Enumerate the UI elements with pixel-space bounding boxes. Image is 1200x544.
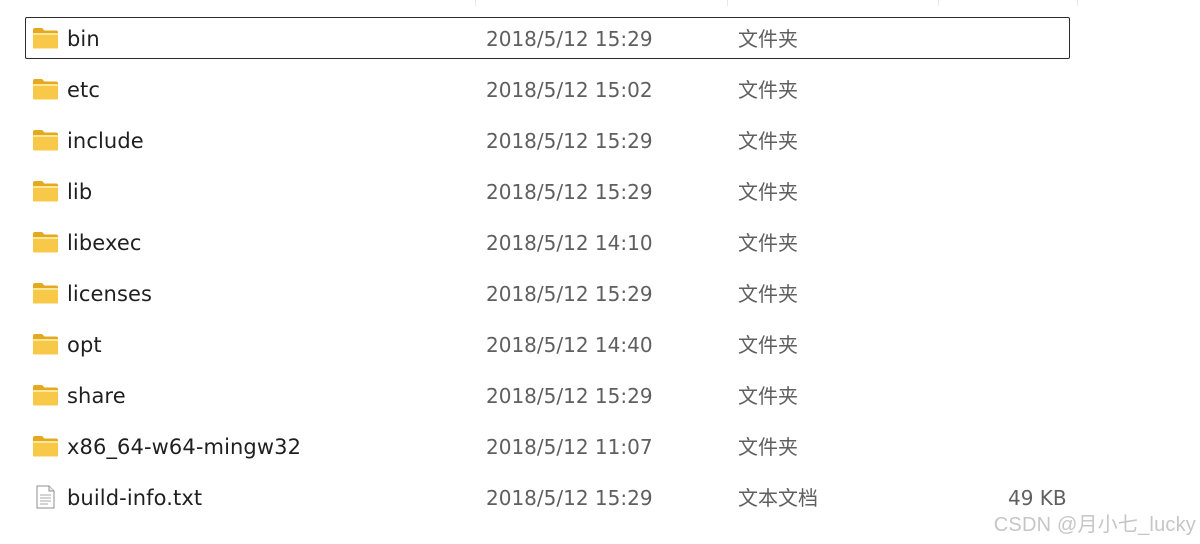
column-guide-end bbox=[1077, 0, 1078, 6]
file-type: 文件夹 bbox=[738, 333, 798, 357]
file-type: 文件夹 bbox=[738, 78, 798, 102]
folder-icon bbox=[32, 179, 59, 203]
file-row[interactable]: x86_64-w64-mingw32 2018/5/12 11:07 文件夹 bbox=[0, 422, 1200, 473]
folder-icon bbox=[32, 281, 59, 305]
folder-icon bbox=[32, 128, 59, 152]
file-row[interactable]: bin 2018/5/12 15:29 文件夹 bbox=[0, 14, 1200, 65]
file-date-modified: 2018/5/12 15:29 bbox=[486, 486, 653, 510]
file-type: 文件夹 bbox=[738, 231, 798, 255]
folder-icon bbox=[32, 77, 59, 101]
folder-icon bbox=[32, 230, 59, 254]
column-guide-date bbox=[475, 0, 476, 6]
file-name: include bbox=[67, 129, 144, 153]
folder-icon bbox=[32, 26, 59, 50]
file-name: lib bbox=[67, 180, 93, 204]
folder-icon bbox=[32, 383, 59, 407]
file-date-modified: 2018/5/12 14:10 bbox=[486, 231, 653, 255]
column-guide-type bbox=[727, 0, 728, 6]
file-date-modified: 2018/5/12 15:29 bbox=[486, 27, 653, 51]
file-row[interactable]: share 2018/5/12 15:29 文件夹 bbox=[0, 371, 1200, 422]
file-date-modified: 2018/5/12 15:29 bbox=[486, 180, 653, 204]
file-name: opt bbox=[67, 333, 102, 357]
file-type: 文件夹 bbox=[738, 129, 798, 153]
file-name: share bbox=[67, 384, 126, 408]
file-name: licenses bbox=[67, 282, 153, 306]
file-name: etc bbox=[67, 78, 100, 102]
file-row[interactable]: lib 2018/5/12 15:29 文件夹 bbox=[0, 167, 1200, 218]
file-type: 文件夹 bbox=[738, 435, 798, 459]
watermark: CSDN @月小七_lucky bbox=[993, 514, 1196, 536]
file-type: 文件夹 bbox=[738, 180, 798, 204]
file-date-modified: 2018/5/12 15:29 bbox=[486, 384, 653, 408]
file-row[interactable]: libexec 2018/5/12 14:10 文件夹 bbox=[0, 218, 1200, 269]
file-date-modified: 2018/5/12 15:02 bbox=[486, 78, 653, 102]
file-name: build-info.txt bbox=[67, 486, 203, 510]
file-row[interactable]: opt 2018/5/12 14:40 文件夹 bbox=[0, 320, 1200, 371]
file-date-modified: 2018/5/12 15:29 bbox=[486, 282, 653, 306]
file-type: 文本文档 bbox=[738, 486, 818, 510]
text-file-icon bbox=[32, 485, 59, 509]
file-list: bin 2018/5/12 15:29 文件夹 etc 2018/5/12 15… bbox=[0, 14, 1200, 524]
folder-icon bbox=[32, 332, 59, 356]
file-type: 文件夹 bbox=[738, 384, 798, 408]
file-row[interactable]: etc 2018/5/12 15:02 文件夹 bbox=[0, 65, 1200, 116]
file-name: libexec bbox=[67, 231, 142, 255]
column-guide-size bbox=[938, 0, 939, 6]
file-type: 文件夹 bbox=[738, 27, 798, 51]
file-row[interactable]: include 2018/5/12 15:29 文件夹 bbox=[0, 116, 1200, 167]
file-name: x86_64-w64-mingw32 bbox=[67, 435, 302, 459]
file-date-modified: 2018/5/12 11:07 bbox=[486, 435, 653, 459]
file-date-modified: 2018/5/12 15:29 bbox=[486, 129, 653, 153]
file-row[interactable]: licenses 2018/5/12 15:29 文件夹 bbox=[0, 269, 1200, 320]
file-type: 文件夹 bbox=[738, 282, 798, 306]
file-date-modified: 2018/5/12 14:40 bbox=[486, 333, 653, 357]
folder-icon bbox=[32, 434, 59, 458]
file-name: bin bbox=[67, 27, 100, 51]
